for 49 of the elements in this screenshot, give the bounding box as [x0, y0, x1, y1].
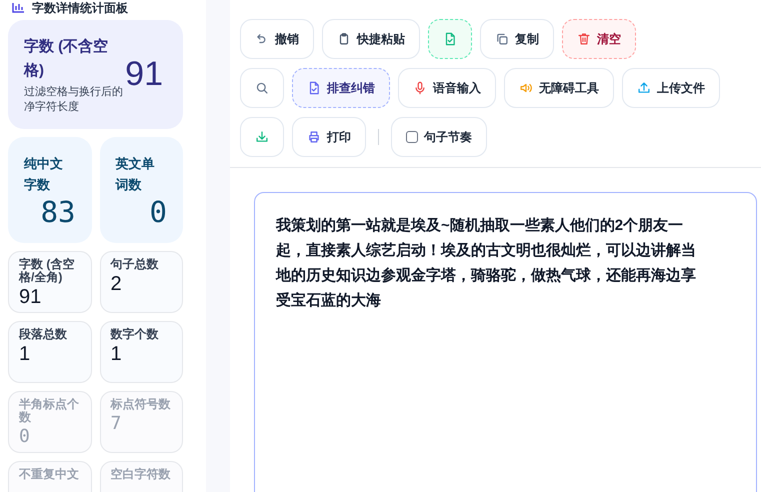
text-editor[interactable]: 我策划的第一站就是埃及~随机抽取一些素人他们的2个朋友一起，直接素人综艺启动！埃及的古文明也很灿烂，可以边讲解当地的历史知识边参观金字塔，骑骆驼，做热气球，还能再海边享受宝石蓝的大海	[254, 192, 757, 492]
toolbar-button[interactable]: 清空	[562, 19, 636, 59]
upload-icon	[637, 81, 651, 95]
stat-label: 半角标点个数	[19, 398, 80, 424]
clipboard-icon	[337, 32, 351, 46]
toolbar-button[interactable]: 撤销	[240, 19, 314, 59]
search-icon	[255, 81, 269, 95]
printer-icon	[307, 130, 321, 144]
stat-value: 2	[110, 272, 123, 297]
stat-label: 数字个数	[110, 328, 160, 341]
checkbox-box[interactable]	[406, 131, 418, 143]
toolbar-button[interactable]: 打印	[292, 117, 366, 157]
toolbar-button[interactable]: 复制	[480, 19, 554, 59]
stat-value: 0	[150, 195, 167, 229]
stat-label: 纯中文字数	[24, 155, 64, 194]
stat-label: 标点符号数	[110, 398, 172, 411]
stat-value: 83	[40, 195, 76, 229]
toolbar-button[interactable]: 快捷粘贴	[322, 19, 420, 59]
stat-label: 空白字符数	[110, 468, 172, 481]
stat-label: 英文单词数	[116, 155, 156, 194]
stat-value: 1	[19, 342, 32, 367]
stat-label: 句子总数	[110, 258, 160, 271]
stat-value: 1	[110, 342, 123, 367]
microphone-icon	[413, 81, 427, 95]
toolbar-button[interactable]: 语音输入	[398, 68, 496, 108]
stat-label: 字数 (含空格/全角)	[19, 258, 76, 284]
stat-description: 过滤空格与换行后的净字符长度	[24, 84, 124, 114]
stat-value: 91	[19, 285, 42, 310]
icon-button[interactable]	[240, 68, 284, 108]
stat-value: 0	[19, 425, 31, 449]
download-icon	[255, 130, 269, 144]
panel-title: 字数详情统计面板	[32, 2, 128, 14]
toolbar-button[interactable]: 排查纠错	[292, 68, 390, 108]
stat-label: 字数 (不含空格)	[24, 36, 110, 80]
stat-value: 91	[125, 54, 164, 95]
checkbox[interactable]: 句子节奏	[391, 117, 487, 157]
icon-button[interactable]	[428, 19, 472, 59]
stat-label: 段落总数	[19, 328, 68, 341]
toolbar-button[interactable]: 无障碍工具	[504, 68, 614, 108]
stat-value: 7	[110, 412, 122, 436]
trash-icon	[577, 32, 591, 46]
file-check-icon	[307, 81, 321, 95]
toolbar-button[interactable]: 上传文件	[622, 68, 720, 108]
stat-label: 不重复中文	[19, 468, 80, 481]
icon-button[interactable]	[240, 117, 284, 157]
file-check-icon	[443, 32, 457, 46]
copy-icon	[495, 32, 509, 46]
bar-chart-icon	[12, 3, 24, 13]
speaker-icon	[519, 81, 533, 95]
